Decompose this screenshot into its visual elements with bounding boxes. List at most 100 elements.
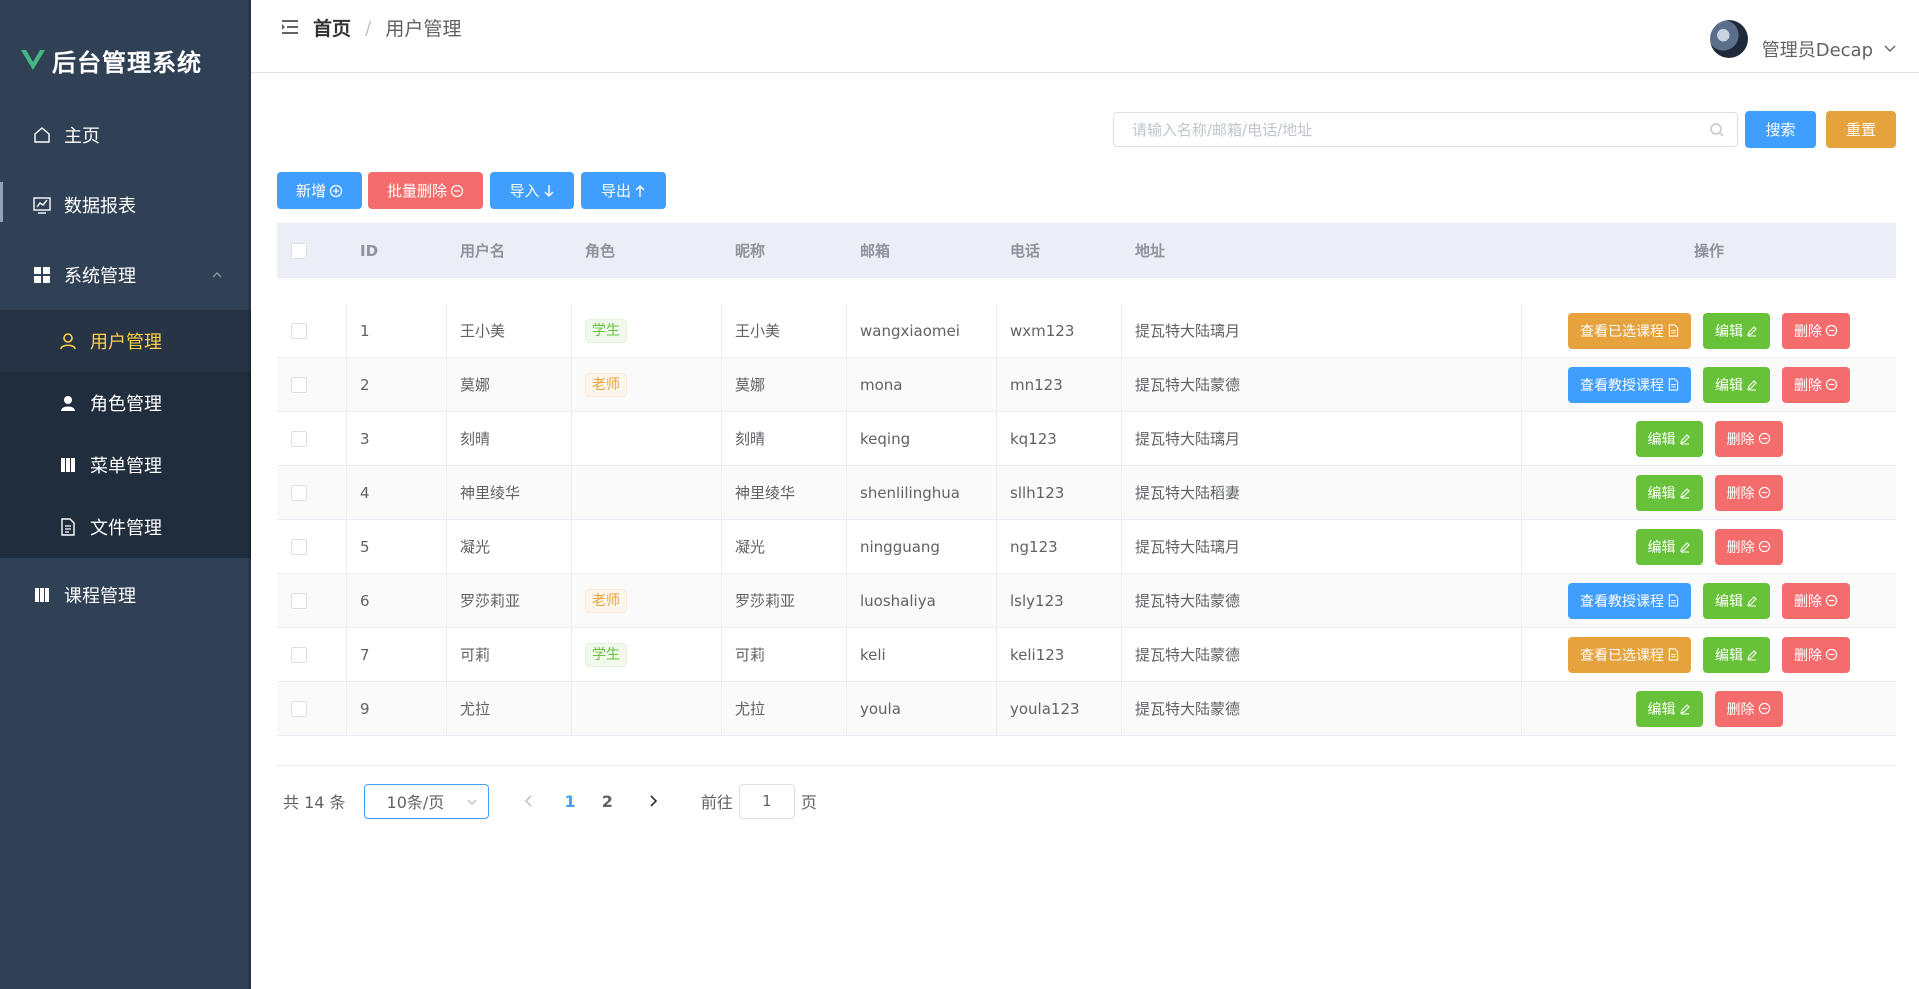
delete-button[interactable]: 删除 [1782,582,1850,619]
view-courses-label: 查看教授课程 [1580,377,1664,394]
avatar[interactable] [1709,20,1748,58]
edit-button[interactable]: 编辑 [1703,582,1770,619]
column-header-username: 用户名 [460,242,506,260]
column-header-role: 角色 [585,242,616,260]
cell-nickname: 凝光 [722,520,847,573]
logo[interactable]: 后台管理系统 [20,42,202,78]
sidebar-item-label: 数据报表 [64,196,136,217]
row-checkbox[interactable] [291,484,307,501]
edit-button[interactable]: 编辑 [1635,528,1703,565]
column-header-actions: 操作 [1693,242,1724,260]
sidebar-item-menu-management[interactable]: 菜单管理 [0,434,251,496]
row-checkbox[interactable] [291,538,307,555]
edit-button[interactable]: 编辑 [1635,690,1703,727]
view-courses-label: 查看已选课程 [1580,647,1664,664]
edit-label: 编辑 [1715,647,1743,664]
sidebar-item-home[interactable]: 主页 [0,107,251,163]
cell-id: 9 [347,682,447,735]
edit-button[interactable]: 编辑 [1703,312,1770,349]
delete-button[interactable]: 删除 [1714,420,1783,457]
minus-circle-icon [1825,324,1838,337]
batch-delete-button-label: 批量删除 [386,182,447,200]
sidebar-item-file-management[interactable]: 文件管理 [0,496,251,558]
delete-button[interactable]: 删除 [1714,690,1783,727]
sidebar-item-role-management[interactable]: 角色管理 [0,372,251,434]
row-checkbox[interactable] [291,592,307,609]
select-all-checkbox[interactable] [291,242,307,259]
search-button-label: 搜索 [1765,121,1796,139]
column-header-email: 邮箱 [860,242,891,260]
delete-button[interactable]: 删除 [1714,474,1783,511]
role-tag: 学生 [585,318,627,343]
batch-delete-button[interactable]: 批量删除 [368,172,483,209]
page-number-2[interactable]: 2 [602,792,613,811]
delete-label: 删除 [1794,647,1822,664]
row-checkbox[interactable] [291,646,307,663]
edit-label: 编辑 [1647,485,1676,502]
breadcrumb-home[interactable]: 首页 [313,14,351,41]
goto-suffix: 页 [800,793,817,812]
edit-button[interactable]: 编辑 [1635,420,1703,457]
table-row: 9 尤拉 尤拉 youla youla123 提瓦特大陆蒙德 编辑 删除 [277,682,1896,736]
cell-username: 可莉 [447,628,572,681]
vue-logo-icon [21,50,45,70]
edit-pencil-icon [1679,703,1691,715]
row-checkbox[interactable] [291,430,307,447]
view-courses-button[interactable]: 查看已选课程 [1568,312,1691,349]
table-row: 5 凝光 凝光 ningguang ng123 提瓦特大陆璃月 编辑 删除 [277,520,1896,574]
reset-button[interactable]: 重置 [1826,111,1896,148]
grid-icon [32,265,52,285]
sidebar-item-user-management[interactable]: 用户管理 [0,310,251,372]
sidebar-item-course-management[interactable]: 课程管理 [0,567,251,623]
search-input[interactable] [1132,120,1709,139]
row-checkbox[interactable] [291,700,307,717]
cell-id: 4 [347,466,447,519]
cell-phone: ng123 [997,520,1122,573]
edit-button[interactable]: 编辑 [1703,636,1770,673]
next-page-button[interactable] [643,794,663,808]
prev-page-button[interactable] [519,794,539,808]
delete-button[interactable]: 删除 [1714,528,1783,565]
row-checkbox[interactable] [291,322,307,339]
row-checkbox[interactable] [291,376,307,393]
sidebar: 后台管理系统 主页 数据报表 系统管理 用户管理 角色管理 菜单管理 文件管理 … [0,0,251,989]
import-button[interactable]: 导入 [490,172,574,209]
edit-button[interactable]: 编辑 [1635,474,1703,511]
add-button-label: 新增 [295,182,326,200]
delete-button[interactable]: 删除 [1782,366,1850,403]
edit-button[interactable]: 编辑 [1703,366,1770,403]
page-number-1[interactable]: 1 [565,792,576,811]
cell-id: 6 [347,574,447,627]
delete-button[interactable]: 删除 [1782,312,1850,349]
edit-label: 编辑 [1647,431,1676,448]
user-dropdown[interactable]: 管理员Decap [1709,16,1897,62]
reset-button-label: 重置 [1845,121,1876,139]
cell-username: 莫娜 [447,358,572,411]
cell-nickname: 神里绫华 [722,466,847,519]
goto-prefix: 前往 [700,793,733,812]
view-courses-label: 查看教授课程 [1580,593,1664,610]
view-courses-button[interactable]: 查看教授课程 [1568,582,1691,619]
edit-pencil-icon [1746,595,1758,607]
chevron-left-icon [524,795,532,807]
role-tag: 老师 [585,372,627,397]
sidebar-item-system[interactable]: 系统管理 [0,247,251,303]
add-button[interactable]: 新增 [277,172,362,209]
user-filled-icon [58,393,78,413]
delete-button[interactable]: 删除 [1782,636,1850,673]
view-courses-button[interactable]: 查看教授课程 [1568,366,1691,403]
view-courses-button[interactable]: 查看已选课程 [1568,636,1691,673]
chevron-down-icon[interactable] [1883,41,1897,55]
page-size-select[interactable]: 10条/页 [363,783,489,819]
cell-role: 老师 [572,358,722,411]
arrow-down-icon [543,184,555,198]
goto-page-input[interactable] [738,783,795,819]
menu-fold-icon[interactable] [281,18,299,36]
export-button[interactable]: 导出 [581,172,666,209]
search-button[interactable]: 搜索 [1745,111,1816,148]
search-field[interactable] [1113,112,1738,147]
cell-actions: 查看已选课程 编辑 删除 [1522,304,1896,357]
user-name[interactable]: 管理员Decap [1762,36,1873,62]
cell-nickname: 莫娜 [722,358,847,411]
sidebar-item-data-report[interactable]: 数据报表 [0,177,251,233]
